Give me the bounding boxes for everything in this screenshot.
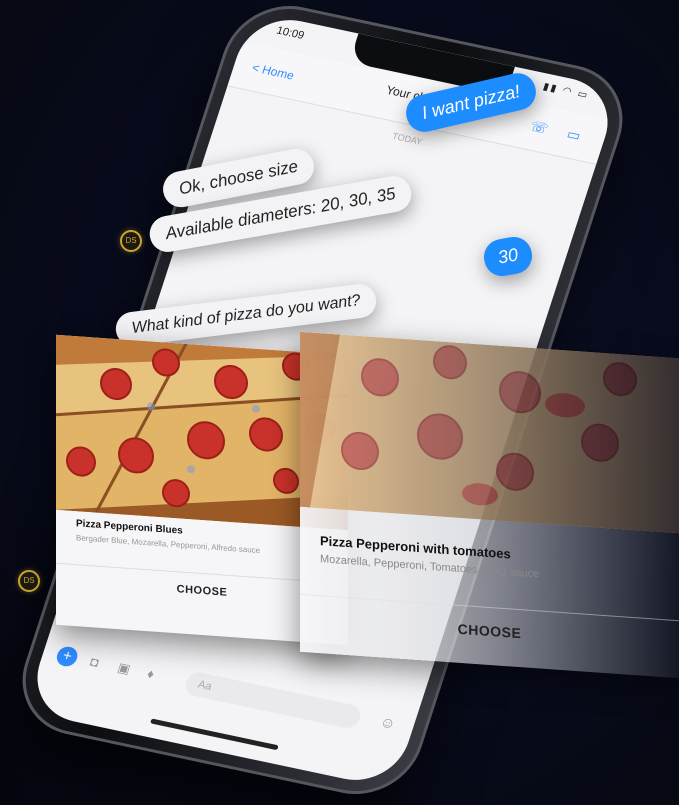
pizza-image bbox=[300, 331, 679, 534]
signal-wifi-battery-icon: ▮▮ ◠ ▭ bbox=[541, 81, 591, 102]
image-icon[interactable]: ▣ bbox=[116, 660, 133, 678]
bot-avatar: DS bbox=[120, 230, 142, 252]
background: 10:09 ▮▮ ◠ ▭ < Home Your chat bot Bot ☏ … bbox=[0, 0, 679, 805]
status-time: 10:09 bbox=[274, 24, 306, 42]
camera-icon[interactable]: ◘ bbox=[88, 654, 100, 670]
product-card: Pizza Pepperoni with tomatoes Mozarella,… bbox=[300, 331, 679, 679]
microphone-icon[interactable]: ♦ bbox=[145, 666, 156, 682]
home-indicator bbox=[149, 718, 279, 751]
plus-icon[interactable]: + bbox=[54, 644, 81, 669]
message-input[interactable]: Aa bbox=[182, 670, 364, 731]
card-description: Bergader Blue, Mozarella, Pepperoni, Alf… bbox=[76, 533, 261, 556]
bot-avatar: DS bbox=[18, 570, 40, 592]
emoji-icon[interactable]: ☺ bbox=[378, 713, 398, 732]
